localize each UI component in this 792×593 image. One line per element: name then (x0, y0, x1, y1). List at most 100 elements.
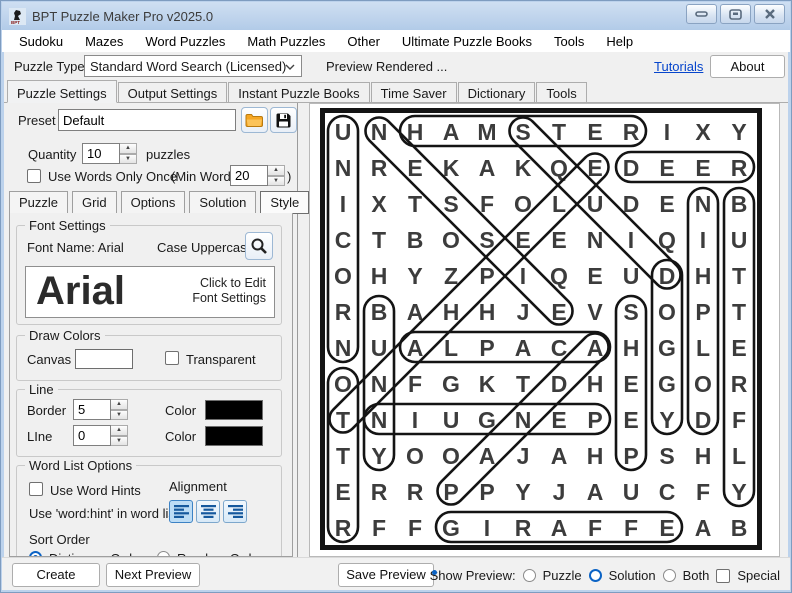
align-right-icon (228, 505, 243, 518)
transparent-checkbox[interactable] (165, 351, 179, 365)
grid-letter: I (700, 227, 706, 253)
next-preview-button[interactable]: Next Preview (106, 563, 200, 587)
about-button[interactable]: About (710, 55, 785, 78)
tab-tools[interactable]: Tools (536, 82, 586, 102)
menu-help[interactable]: Help (595, 32, 644, 51)
quantity-label: Quantity (28, 147, 76, 162)
grid-letter: P (623, 443, 638, 469)
maximize-button[interactable] (720, 4, 751, 24)
quantity-value[interactable] (82, 143, 120, 164)
menu-math-puzzles[interactable]: Math Puzzles (236, 32, 336, 51)
grid-letter: D (551, 371, 568, 397)
subtab-puzzle[interactable]: Puzzle (9, 191, 68, 214)
grid-letter: U (587, 191, 604, 217)
preview-both-radio[interactable] (663, 569, 676, 582)
grid-letter: R (335, 515, 352, 541)
align-left-icon (174, 505, 189, 518)
preview-solution-radio[interactable] (589, 569, 602, 582)
grid-letter: U (443, 407, 460, 433)
grid-letter: D (623, 155, 640, 181)
grid-letter: F (732, 407, 746, 433)
grid-letter: E (551, 407, 566, 433)
quantity-down-icon[interactable]: ▼ (120, 154, 137, 165)
grid-letter: E (551, 299, 566, 325)
border-width-stepper[interactable]: ▲▼ (73, 399, 128, 420)
grid-letter: Y (371, 443, 386, 469)
use-word-hints-checkbox[interactable] (29, 482, 43, 496)
menu-sudoku[interactable]: Sudoku (8, 32, 74, 51)
minimize-button[interactable] (686, 4, 717, 24)
grid-letter: N (515, 407, 532, 433)
transparent-label: Transparent (186, 352, 256, 367)
line-width-stepper[interactable]: ▲▼ (73, 425, 128, 446)
tab-puzzle-settings[interactable]: Puzzle Settings (7, 80, 117, 103)
grid-letter: N (587, 227, 604, 253)
tab-output-settings[interactable]: Output Settings (118, 82, 228, 102)
puzzle-type-label: Puzzle Type (14, 59, 85, 74)
grid-letter: G (442, 371, 460, 397)
grid-letter: H (443, 299, 460, 325)
font-preview-box[interactable]: Arial Click to Edit Font Settings (25, 266, 275, 318)
menu-mazes[interactable]: Mazes (74, 32, 134, 51)
border-up-icon[interactable]: ▲ (111, 399, 128, 410)
grid-letter: F (696, 479, 710, 505)
min-words-down-icon[interactable]: ▼ (268, 176, 285, 187)
grid-letter: E (659, 155, 674, 181)
menu-word-puzzles[interactable]: Word Puzzles (134, 32, 236, 51)
grid-letter: Y (659, 407, 674, 433)
case-label: Case Uppercase (157, 240, 254, 255)
grid-letter: S (443, 191, 458, 217)
menu-bar: Sudoku Mazes Word Puzzles Math Puzzles O… (2, 30, 790, 52)
align-center-button[interactable] (196, 500, 220, 523)
subtab-solution[interactable]: Solution (189, 191, 256, 214)
close-button[interactable] (754, 4, 785, 24)
line-up-icon[interactable]: ▲ (111, 425, 128, 436)
use-words-once-checkbox[interactable] (27, 169, 41, 183)
font-zoom-button[interactable] (245, 232, 273, 260)
quantity-stepper[interactable]: ▲▼ (82, 143, 137, 164)
line-down-icon[interactable]: ▼ (111, 436, 128, 447)
border-width-value[interactable] (73, 399, 111, 420)
grid-letter: N (371, 371, 388, 397)
border-color-swatch[interactable] (205, 400, 263, 420)
grid-border (323, 111, 760, 548)
tab-instant-puzzle-books[interactable]: Instant Puzzle Books (228, 82, 369, 102)
line-color-swatch[interactable] (205, 426, 263, 446)
grid-letter: E (695, 155, 710, 181)
line-width-value[interactable] (73, 425, 111, 446)
open-preset-button[interactable] (241, 107, 268, 133)
subtab-grid[interactable]: Grid (72, 191, 117, 214)
subtab-style[interactable]: Style (260, 191, 309, 214)
quantity-up-icon[interactable]: ▲ (120, 143, 137, 154)
tutorials-link[interactable]: Tutorials (654, 59, 703, 74)
min-words-value[interactable] (230, 165, 268, 186)
line-color-label: Color (165, 429, 196, 444)
chevron-down-icon (285, 64, 295, 70)
grid-letter: C (659, 479, 676, 505)
grid-letter: S (623, 299, 638, 325)
menu-tools[interactable]: Tools (543, 32, 595, 51)
puzzle-type-select[interactable]: Standard Word Search (Licensed) (84, 55, 302, 77)
create-button[interactable]: Create (12, 563, 100, 587)
save-preview-button[interactable]: Save Preview (338, 563, 434, 587)
tab-dictionary[interactable]: Dictionary (458, 82, 536, 102)
min-words-up-icon[interactable]: ▲ (268, 165, 285, 176)
align-left-button[interactable] (169, 500, 193, 523)
grid-letter: B (731, 515, 748, 541)
save-preset-button[interactable] (270, 107, 297, 133)
min-words-stepper[interactable]: ▲▼ (230, 165, 285, 186)
align-right-button[interactable] (223, 500, 247, 523)
menu-ultimate-puzzle-books[interactable]: Ultimate Puzzle Books (391, 32, 543, 51)
grid-letter: F (588, 515, 602, 541)
canvas-color-swatch[interactable] (75, 349, 133, 369)
grid-letter: I (664, 119, 670, 145)
preview-puzzle-radio[interactable] (523, 569, 536, 582)
tab-time-saver[interactable]: Time Saver (371, 82, 457, 102)
preset-input[interactable] (58, 109, 236, 131)
subtab-options[interactable]: Options (121, 191, 186, 214)
grid-letter: L (696, 335, 710, 361)
border-down-icon[interactable]: ▼ (111, 410, 128, 421)
magnifier-icon (250, 237, 268, 255)
special-checkbox[interactable] (716, 569, 730, 583)
menu-other[interactable]: Other (336, 32, 391, 51)
